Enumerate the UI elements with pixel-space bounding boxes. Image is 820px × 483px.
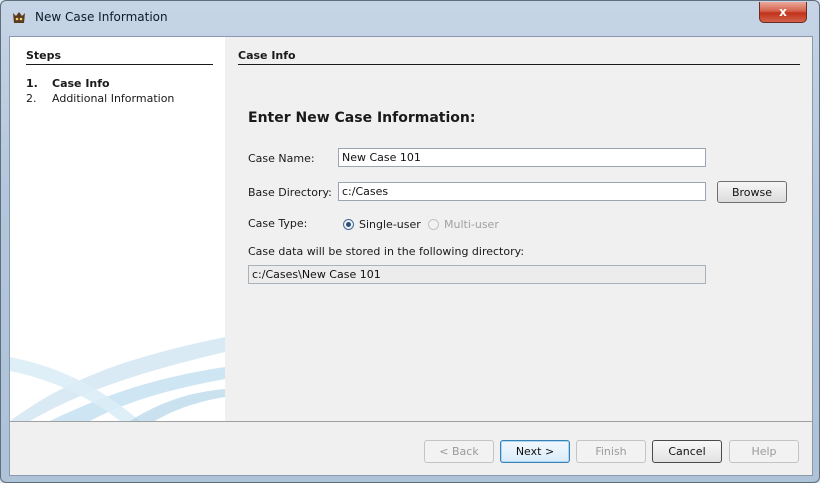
app-icon [13,12,25,23]
radio-unselected-icon [428,219,439,230]
multi-user-radio: Multi-user [428,218,499,231]
single-user-radio[interactable]: Single-user [343,218,421,231]
wizard-window: New Case Information x Steps 1. Case Info… [0,0,820,483]
step-number: 2. [26,92,37,105]
cancel-button[interactable]: Cancel [652,440,722,463]
steps-divider [26,64,213,65]
case-name-label: Case Name: [248,152,315,165]
client-area: Steps 1. Case Info 2. Additional Informati… [9,36,813,476]
title-bar[interactable]: New Case Information x [1,1,819,34]
case-type-label: Case Type: [248,217,308,230]
help-button: Help [729,440,799,463]
steps-panel: Steps 1. Case Info 2. Additional Informati… [10,37,225,421]
steps-header: Steps [26,49,62,62]
finish-button: Finish [576,440,646,463]
step-item-additional-information: 2. Additional Information [26,92,174,105]
step-number: 1. [26,77,38,90]
form-heading: Enter New Case Information: [248,110,476,126]
step-label: Case Info [52,77,110,90]
button-bar-divider [10,421,812,422]
multi-user-label: Multi-user [444,218,499,231]
step-item-case-info: 1. Case Info [26,77,110,90]
radio-selected-icon [343,219,354,230]
browse-button[interactable]: Browse [717,181,787,203]
base-directory-label: Base Directory: [248,186,332,199]
next-button[interactable]: Next > [500,440,570,463]
content-panel: Case Info Enter New Case Information: Ca… [225,37,812,421]
close-button[interactable]: x [759,2,807,23]
base-directory-input[interactable]: c:/Cases [338,182,706,201]
content-divider [238,64,800,65]
single-user-label: Single-user [359,218,421,231]
content-header: Case Info [238,49,296,62]
step-label: Additional Information [52,92,175,105]
window-title: New Case Information [35,10,168,24]
storage-location-label: Case data will be stored in the followin… [248,245,525,258]
case-name-input[interactable]: New Case 101 [338,148,706,167]
close-icon: x [779,5,787,19]
back-button: < Back [424,440,494,463]
storage-path-field: c:/Cases\New Case 101 [248,265,706,284]
decorative-swoosh-graphic [10,337,225,421]
